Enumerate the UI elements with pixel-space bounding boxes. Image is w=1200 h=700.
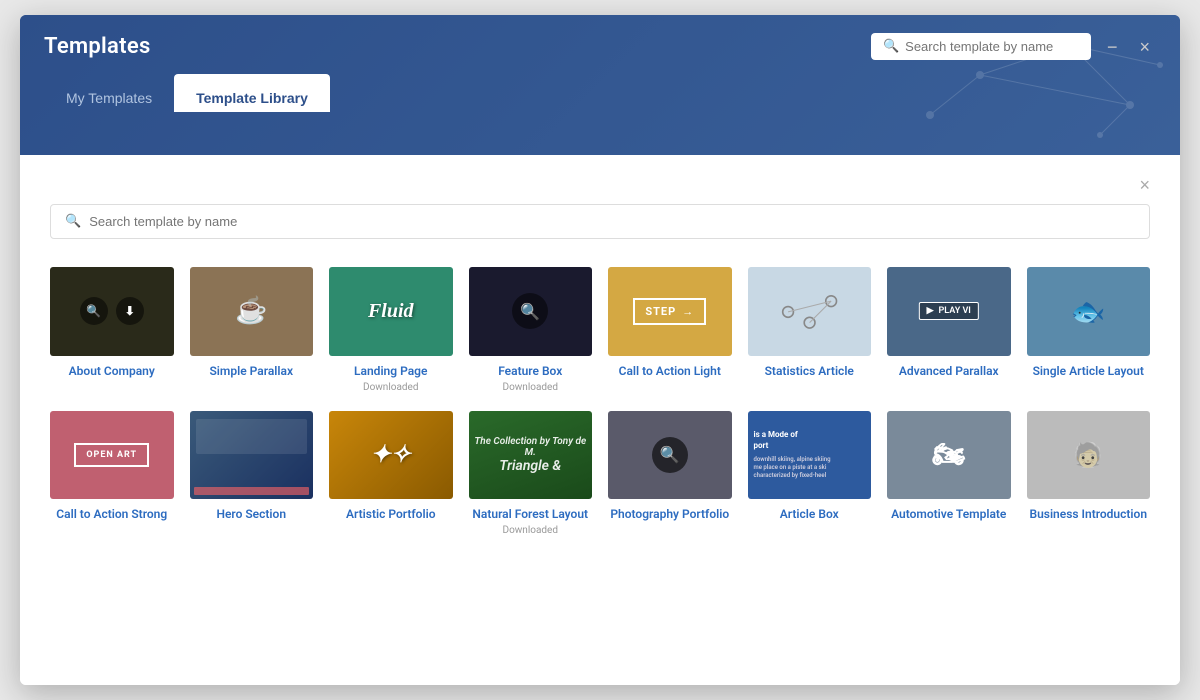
hero-content xyxy=(196,419,308,455)
minimize-button[interactable]: − xyxy=(1101,34,1124,60)
hero-bar xyxy=(194,487,310,495)
template-simple-parallax[interactable]: ☕ Simple Parallax xyxy=(190,267,314,393)
template-sub: Downloaded xyxy=(363,382,418,393)
template-name: Landing Page xyxy=(354,364,427,380)
tab-template-library[interactable]: Template Library xyxy=(174,74,330,112)
business-icon: 🧓 xyxy=(1073,441,1103,469)
template-natural-forest[interactable]: The Collection by Tony de M. Triangle & … xyxy=(469,411,593,537)
template-single-article[interactable]: 🐟 Single Article Layout xyxy=(1027,267,1151,393)
fish-icon: 🐟 xyxy=(1071,295,1106,328)
play-overlay: ▶ PLAY VI xyxy=(919,302,979,320)
header-search-icon: 🔍 xyxy=(883,39,899,54)
search-icon: 🔍 xyxy=(512,293,548,329)
template-advanced-parallax[interactable]: ▶ PLAY VI Advanced Parallax xyxy=(887,267,1011,393)
template-name: Statistics Article xyxy=(765,364,854,380)
main-search-icon: 🔍 xyxy=(65,214,81,229)
template-feature-box[interactable]: 🔍 Feature Box Downloaded xyxy=(469,267,593,393)
template-artistic-portfolio[interactable]: ✦✧ Artistic Portfolio xyxy=(329,411,453,537)
window-title: Templates xyxy=(44,34,151,59)
template-hero-section[interactable]: Hero Section xyxy=(190,411,314,537)
article-body: downhill skiing, alpine skiingme place o… xyxy=(754,456,831,481)
template-name: Automotive Template xyxy=(891,507,1006,523)
template-grid-row2: OPEN ART Call to Action Strong Hero Sect… xyxy=(50,411,1150,537)
template-name: Call to Action Light xyxy=(619,364,721,380)
template-name: About Company xyxy=(69,364,155,380)
moto-icon: 🏍 xyxy=(932,440,965,470)
template-name: Simple Parallax xyxy=(209,364,293,380)
template-name: Article Box xyxy=(780,507,839,523)
template-name: Call to Action Strong xyxy=(56,507,167,523)
modal-header: Templates 🔍 − × My Templates Template Li… xyxy=(20,15,1180,155)
content-top-bar: × xyxy=(50,175,1150,196)
forest-text: The Collection by Tony de M. Triangle & xyxy=(469,432,593,478)
template-name: Advanced Parallax xyxy=(899,364,999,380)
template-landing-page[interactable]: Fluid Landing Page Downloaded xyxy=(329,267,453,393)
open-art-btn: OPEN ART xyxy=(74,443,149,467)
modal-window: Templates 🔍 − × My Templates Template Li… xyxy=(20,15,1180,685)
search-icon: 🔍 xyxy=(80,297,108,325)
template-grid-row1: 🔍 ⬇ About Company ☕ Simple Parallax xyxy=(50,267,1150,393)
window-close-button[interactable]: × xyxy=(1133,34,1156,60)
template-name: Business Introduction xyxy=(1029,507,1147,523)
template-name: Single Article Layout xyxy=(1033,364,1144,380)
main-search-input[interactable] xyxy=(89,214,1135,229)
content-close-button[interactable]: × xyxy=(1139,175,1150,196)
template-name: Artistic Portfolio xyxy=(346,507,435,523)
template-automotive[interactable]: 🏍 Automotive Template xyxy=(887,411,1011,537)
fluid-text: Fluid xyxy=(368,300,414,323)
main-search-bar[interactable]: 🔍 xyxy=(50,204,1150,239)
template-cta-light[interactable]: STEP → Call to Action Light xyxy=(608,267,732,393)
template-business-intro[interactable]: 🧓 Business Introduction xyxy=(1027,411,1151,537)
header-search-bar[interactable]: 🔍 xyxy=(871,33,1091,60)
step-label: STEP xyxy=(645,305,676,318)
header-search-input[interactable] xyxy=(905,39,1079,54)
template-statistics[interactable]: Statistics Article xyxy=(748,267,872,393)
article-text: is a Mode ofport xyxy=(754,429,798,451)
template-name: Natural Forest Layout xyxy=(472,507,588,523)
header-controls: 🔍 − × xyxy=(871,33,1156,60)
photo-search-icon: 🔍 xyxy=(652,437,688,473)
template-name: Photography Portfolio xyxy=(610,507,729,523)
template-cta-strong[interactable]: OPEN ART Call to Action Strong xyxy=(50,411,174,537)
template-name: Hero Section xyxy=(216,507,286,523)
download-icon: ⬇ xyxy=(116,297,144,325)
tab-bar: My Templates Template Library xyxy=(44,74,1156,112)
tab-my-templates[interactable]: My Templates xyxy=(44,74,174,112)
content-area: × 🔍 🔍 ⬇ About Company xyxy=(20,155,1180,685)
header-top-bar: Templates 🔍 − × xyxy=(44,15,1156,74)
template-about-company[interactable]: 🔍 ⬇ About Company xyxy=(50,267,174,393)
template-photo-portfolio[interactable]: 🔍 Photography Portfolio xyxy=(608,411,732,537)
template-article-box[interactable]: is a Mode ofport downhill skiing, alpine… xyxy=(748,411,872,537)
coffee-icon: ☕ xyxy=(235,296,267,326)
template-sub: Downloaded xyxy=(503,382,558,393)
artistic-text: ✦✧ xyxy=(371,440,411,469)
template-name: Feature Box xyxy=(498,364,562,380)
template-sub: Downloaded xyxy=(503,525,558,536)
